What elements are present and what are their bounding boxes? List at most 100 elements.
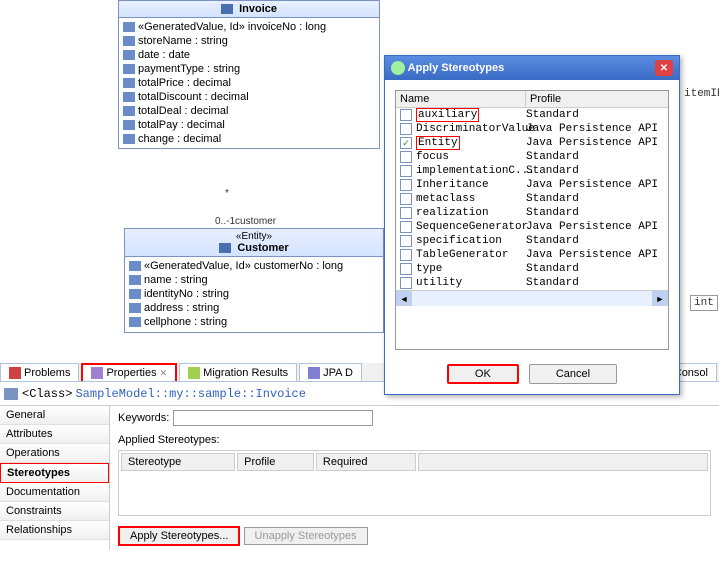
attribute-text: identityNo : string [144, 288, 229, 300]
col-required[interactable]: Required [316, 453, 416, 471]
keywords-input[interactable] [173, 410, 373, 426]
attribute-text: totalPay : decimal [138, 119, 225, 131]
dialog-title-bar[interactable]: Apply Stereotypes ✕ [385, 56, 679, 80]
nav-stereotypes[interactable]: Stereotypes [0, 463, 109, 483]
stereotype-name: DiscriminatorValue [416, 123, 526, 135]
close-button[interactable]: ✕ [655, 60, 673, 76]
nav-documentation[interactable]: Documentation [0, 483, 109, 502]
attribute-icon [123, 36, 135, 46]
uml-attribute-row[interactable]: totalDeal : decimal [121, 104, 377, 118]
stereotype-row[interactable]: focusStandard [396, 150, 668, 164]
uml-attribute-row[interactable]: totalPay : decimal [121, 118, 377, 132]
uml-attribute-row[interactable]: name : string [127, 273, 381, 287]
checkbox[interactable] [400, 123, 412, 135]
attribute-icon [123, 134, 135, 144]
attribute-icon [123, 64, 135, 74]
stereotype-row[interactable]: TableGeneratorJava Persistence API [396, 248, 668, 262]
class-stereotype: «Entity» [129, 231, 379, 242]
cancel-button[interactable]: Cancel [529, 364, 617, 384]
stereotype-row[interactable]: realizationStandard [396, 206, 668, 220]
scroll-right-icon[interactable]: ► [652, 291, 668, 306]
nav-constraints[interactable]: Constraints [0, 502, 109, 521]
tab-jpa-details[interactable]: JPA D [299, 363, 362, 381]
tab-problems[interactable]: Problems [0, 363, 79, 381]
horizontal-scrollbar[interactable]: ◄ ► [396, 290, 668, 306]
uml-attribute-row[interactable]: cellphone : string [127, 315, 381, 329]
attribute-icon [129, 303, 141, 313]
checkbox[interactable] [400, 179, 412, 191]
checkbox[interactable] [400, 235, 412, 247]
col-stereotype[interactable]: Stereotype [121, 453, 235, 471]
checkbox[interactable] [400, 193, 412, 205]
uml-class-body: «GeneratedValue, Id» customerNo : longna… [125, 257, 383, 331]
apply-stereotypes-button[interactable]: Apply Stereotypes... [118, 526, 240, 546]
uml-class-header: «Entity» Customer [125, 229, 383, 257]
stereotype-name: utility [416, 277, 526, 289]
stereotype-row[interactable]: specificationStandard [396, 234, 668, 248]
nav-operations[interactable]: Operations [0, 444, 109, 463]
stereotype-row[interactable]: implementationC...Standard [396, 164, 668, 178]
attribute-text: name : string [144, 274, 208, 286]
attribute-text: totalDeal : decimal [138, 105, 229, 117]
uml-attribute-row[interactable]: totalPrice : decimal [121, 76, 377, 90]
keywords-label: Keywords: [118, 412, 169, 424]
scroll-left-icon[interactable]: ◄ [396, 291, 412, 306]
tab-migration-results[interactable]: Migration Results [179, 363, 297, 381]
uml-class-customer[interactable]: «Entity» Customer «GeneratedValue, Id» c… [124, 228, 384, 333]
stereotype-row[interactable]: typeStandard [396, 262, 668, 276]
uml-attribute-row[interactable]: change : decimal [121, 132, 377, 146]
checkbox[interactable] [400, 109, 412, 121]
uml-attribute-row[interactable]: «GeneratedValue, Id» invoiceNo : long [121, 20, 377, 34]
unapply-stereotypes-button[interactable]: Unapply Stereotypes [244, 527, 368, 545]
tab-properties[interactable]: Properties ✕ [81, 363, 177, 381]
tab-label: Properties [106, 367, 156, 379]
checkbox[interactable] [400, 249, 412, 261]
attribute-text: date : date [138, 49, 190, 61]
uml-attribute-row[interactable]: totalDiscount : decimal [121, 90, 377, 104]
stereotype-row[interactable]: EntityJava Persistence API [396, 136, 668, 150]
element-kind: <Class> [22, 387, 72, 401]
nav-general[interactable]: General [0, 406, 109, 425]
attribute-icon [129, 317, 141, 327]
stereotype-profile: Java Persistence API [526, 137, 664, 149]
uml-class-invoice[interactable]: Invoice «GeneratedValue, Id» invoiceNo :… [118, 0, 380, 149]
stereotype-name: implementationC... [416, 165, 526, 177]
stereotype-row[interactable]: DiscriminatorValueJava Persistence API [396, 122, 668, 136]
ok-button[interactable]: OK [447, 364, 519, 384]
properties-view: <Class> SampleModel::my::sample::Invoice… [0, 383, 719, 550]
stereotype-row[interactable]: metaclassStandard [396, 192, 668, 206]
uml-attribute-row[interactable]: date : date [121, 48, 377, 62]
nav-relationships[interactable]: Relationships [0, 521, 109, 540]
attribute-text: totalPrice : decimal [138, 77, 231, 89]
dialog-icon [391, 61, 405, 75]
element-path: SampleModel::my::sample::Invoice [75, 387, 305, 401]
checkbox[interactable] [400, 221, 412, 233]
col-name[interactable]: Name [396, 91, 526, 107]
checkbox[interactable] [400, 207, 412, 219]
close-icon[interactable]: ✕ [160, 368, 168, 379]
uml-attribute-row[interactable]: identityNo : string [127, 287, 381, 301]
stereotype-profile: Standard [526, 207, 664, 219]
tab-label: JPA D [323, 367, 353, 379]
attribute-text: address : string [144, 302, 219, 314]
stereotype-row[interactable]: auxiliaryStandard [396, 108, 668, 122]
properties-icon [91, 367, 103, 379]
col-profile[interactable]: Profile [237, 453, 314, 471]
stereotype-row[interactable]: utilityStandard [396, 276, 668, 290]
stereotype-row[interactable]: InheritanceJava Persistence API [396, 178, 668, 192]
uml-attribute-row[interactable]: storeName : string [121, 34, 377, 48]
col-profile[interactable]: Profile [526, 91, 668, 107]
checkbox[interactable] [400, 165, 412, 177]
stereotype-row[interactable]: SequenceGeneratorJava Persistence API [396, 220, 668, 234]
uml-attribute-row[interactable]: paymentType : string [121, 62, 377, 76]
nav-attributes[interactable]: Attributes [0, 425, 109, 444]
checkbox[interactable] [400, 137, 412, 149]
dialog-title: Apply Stereotypes [408, 62, 505, 74]
checkbox[interactable] [400, 263, 412, 275]
checkbox[interactable] [400, 151, 412, 163]
uml-attribute-row[interactable]: «GeneratedValue, Id» customerNo : long [127, 259, 381, 273]
stereotype-profile: Standard [526, 109, 664, 121]
checkbox[interactable] [400, 277, 412, 289]
uml-attribute-row[interactable]: address : string [127, 301, 381, 315]
applied-stereotypes-table: Stereotype Profile Required [118, 450, 711, 516]
